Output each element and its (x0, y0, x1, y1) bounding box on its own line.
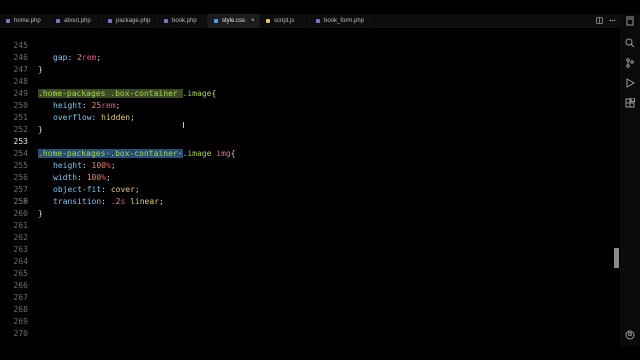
tab-book-php[interactable]: book.php (158, 14, 208, 28)
code-line: 247 (0, 52, 620, 74)
code-line: 270 (0, 328, 620, 336)
status-bar (0, 348, 640, 360)
extensions-icon[interactable] (625, 98, 635, 108)
code-line: 251 } (0, 100, 620, 134)
split-editor-icon[interactable] (596, 16, 603, 26)
line-number: 265 (13, 269, 28, 278)
code-line: 257 transition: .2s linear; (0, 172, 620, 206)
code-editor-window: home.php about.php package.php book.php … (0, 0, 640, 360)
line-number: 270 (13, 329, 28, 336)
line-number: 267 (13, 293, 28, 302)
php-file-icon (6, 19, 10, 23)
tab-label: book_form.php (324, 18, 365, 24)
code-line: 254 height: 100%; (0, 136, 620, 170)
more-actions-icon[interactable] (609, 17, 616, 26)
line-number: 260 (13, 209, 28, 218)
account-icon[interactable] (625, 330, 635, 340)
line-number: 263 (13, 245, 28, 254)
code-line: 245 gap: 2rem; (0, 28, 620, 62)
line-number: 262 (13, 233, 28, 242)
tab-label: book.php (172, 18, 197, 24)
tab-package-php[interactable]: package.php (102, 14, 158, 28)
activity-bar (620, 14, 640, 346)
line-number: 264 (13, 257, 28, 266)
code-line: 265 (0, 268, 620, 280)
code-line: 260 (0, 208, 620, 220)
mouse-cursor (183, 122, 184, 128)
tab-label: home.php (14, 18, 41, 24)
php-file-icon (316, 19, 320, 23)
code-line: 252 (0, 112, 620, 134)
code-editor[interactable]: 245 gap: 2rem; 246 } 247 248 .home-packa… (0, 28, 620, 348)
source-control-icon[interactable] (625, 58, 635, 68)
line-number: 266 (13, 281, 28, 290)
css-file-icon (214, 19, 218, 23)
tab-label: script.js (274, 18, 295, 24)
code-line: 249 height: 25rem; (0, 76, 620, 110)
code-line: 269 (0, 316, 620, 328)
php-file-icon (164, 19, 168, 23)
explorer-icon[interactable] (625, 16, 635, 26)
scrollbar-thumb[interactable] (614, 248, 619, 268)
code-line: 268 (0, 304, 620, 316)
line-number: 261 (13, 221, 28, 230)
tab-style-css[interactable]: style.css × (208, 14, 260, 28)
tab-about-php[interactable]: about.php (50, 14, 102, 28)
code-line-current: 253 .home-packages·.box-container·.image… (0, 124, 620, 158)
code-line: 256 object-fit: cover; (0, 160, 620, 194)
close-icon[interactable]: × (251, 18, 255, 24)
line-number: 268 (13, 305, 28, 314)
tab-label: package.php (116, 18, 151, 24)
code-line: 250 overflow: hidden; (0, 88, 620, 122)
editor-tab-bar: home.php about.php package.php book.php … (0, 14, 620, 28)
code-line: 264 (0, 256, 620, 268)
line-number: 259 (13, 197, 28, 206)
code-line: 267 (0, 292, 620, 304)
tab-home-php[interactable]: home.php (0, 14, 50, 28)
line-number: 269 (13, 317, 28, 326)
php-file-icon (108, 19, 112, 23)
code-line: 259 (0, 196, 620, 208)
js-file-icon (266, 19, 270, 23)
tab-label: about.php (64, 18, 91, 24)
run-debug-icon[interactable] (625, 78, 635, 88)
code-line: 255 width: 100%; (0, 148, 620, 182)
code-line: 261 (0, 220, 620, 232)
code-line: 266 (0, 280, 620, 292)
tab-book-form-php[interactable]: book_form.php (310, 14, 370, 28)
code-line: 248 .home-packages .box-container .image… (0, 64, 620, 98)
code-line: 246 } (0, 40, 620, 74)
search-icon[interactable] (625, 38, 635, 48)
tab-label: style.css (222, 18, 246, 24)
tab-script-js[interactable]: script.js (260, 14, 310, 28)
code-line: 258 } (0, 184, 620, 218)
code-line: 263 (0, 244, 620, 256)
tab-actions (596, 14, 616, 28)
code-line: 262 (0, 232, 620, 244)
php-file-icon (56, 19, 60, 23)
